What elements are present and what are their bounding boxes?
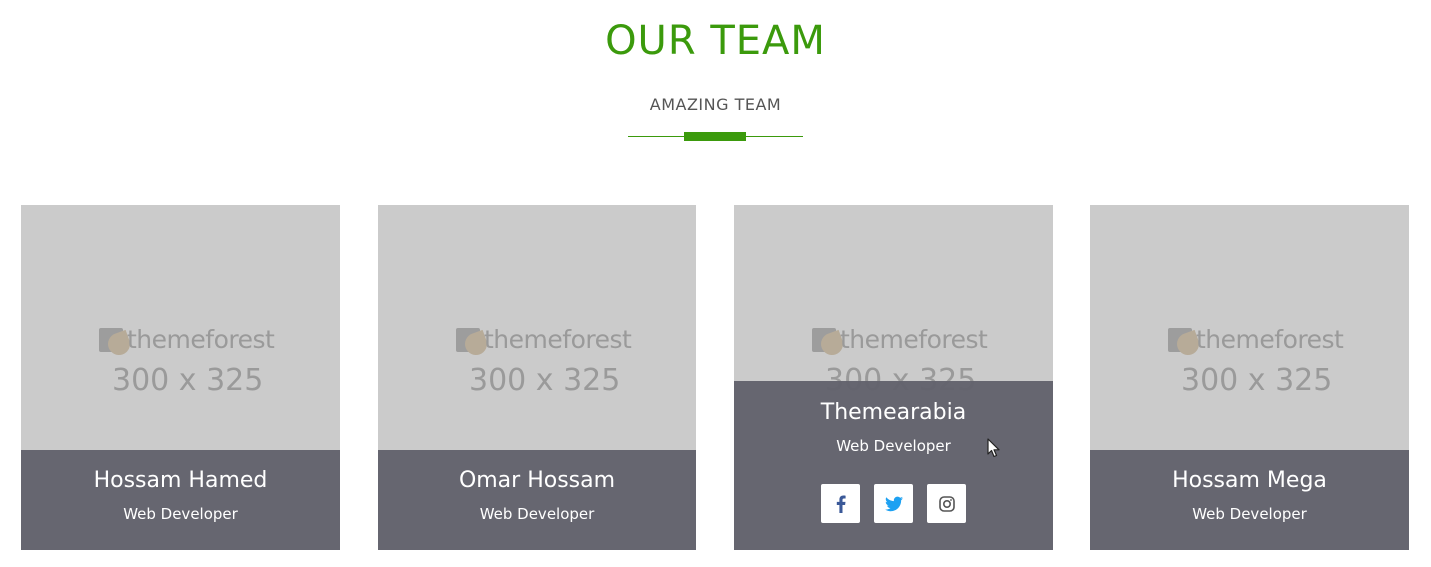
instagram-button[interactable] — [927, 484, 966, 523]
section-subtitle: AMAZING TEAM — [649, 95, 782, 114]
facebook-icon — [836, 495, 846, 513]
themeforest-logo-icon — [1168, 328, 1203, 359]
member-name: Hossam Mega — [1172, 468, 1327, 493]
themeforest-logo-icon — [99, 328, 134, 359]
member-name: Hossam Hamed — [93, 468, 268, 493]
member-info: Hossam Mega Web Developer — [1090, 450, 1409, 550]
placeholder-brand: themeforest — [127, 325, 275, 354]
member-role: Web Developer — [1192, 505, 1307, 523]
social-links — [734, 484, 1053, 523]
team-section: OUR TEAM AMAZING TEAM themeforest 300 x … — [0, 0, 1431, 567]
member-photo: themeforest 300 x 325 — [21, 205, 340, 450]
member-photo: themeforest 300 x 325 — [378, 205, 696, 450]
member-role: Web Developer — [123, 505, 238, 523]
member-role: Web Developer — [836, 437, 951, 455]
member-info: Omar Hossam Web Developer — [378, 450, 696, 550]
section-title: OUR TEAM — [605, 18, 826, 64]
mouse-cursor-icon — [987, 438, 1000, 458]
title-divider-accent — [684, 132, 746, 141]
placeholder-brand: themeforest — [1196, 325, 1344, 354]
placeholder-brand: themeforest — [484, 325, 632, 354]
placeholder-size: 300 x 325 — [1181, 363, 1333, 398]
member-name: Omar Hossam — [458, 468, 616, 493]
placeholder-size: 300 x 325 — [469, 363, 621, 398]
member-info: Themearabia Web Developer — [734, 381, 1053, 550]
member-info: Hossam Hamed Web Developer — [21, 450, 340, 550]
team-card[interactable]: themeforest 300 x 325 Hossam Mega Web De… — [1090, 205, 1409, 550]
member-name: Themearabia — [820, 400, 967, 425]
twitter-icon — [884, 496, 903, 511]
placeholder-brand: themeforest — [840, 325, 988, 354]
member-role: Web Developer — [479, 505, 595, 523]
team-card[interactable]: themeforest 300 x 325 Hossam Hamed Web D… — [21, 205, 340, 550]
member-photo: themeforest 300 x 325 — [1090, 205, 1409, 450]
team-card-hovered[interactable]: themeforest 300 x 325 Themearabia Web De… — [734, 205, 1053, 550]
twitter-button[interactable] — [874, 484, 913, 523]
instagram-icon — [938, 495, 955, 512]
team-card[interactable]: themeforest 300 x 325 Omar Hossam Web De… — [378, 205, 696, 550]
themeforest-logo-icon — [812, 328, 847, 359]
themeforest-logo-icon — [456, 328, 491, 359]
facebook-button[interactable] — [821, 484, 860, 523]
placeholder-size: 300 x 325 — [112, 363, 264, 398]
